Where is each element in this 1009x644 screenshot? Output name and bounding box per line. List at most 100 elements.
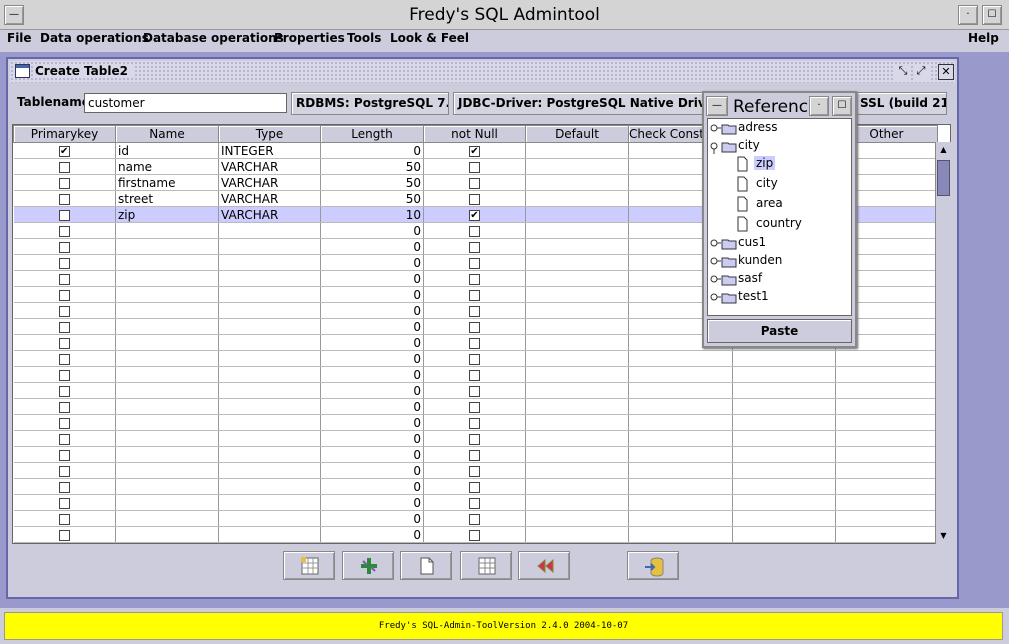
check-constraint-cell[interactable] <box>628 382 733 399</box>
primarykey-checkbox[interactable] <box>58 385 70 397</box>
check-constraint-cell[interactable] <box>628 398 733 415</box>
default-cell[interactable] <box>525 158 629 175</box>
primarykey-cell[interactable] <box>13 526 116 543</box>
notnull-checkbox[interactable]: ✔ <box>469 209 480 221</box>
notnull-cell[interactable] <box>423 494 526 511</box>
tablename-input[interactable] <box>84 93 287 113</box>
default-cell[interactable] <box>525 190 629 207</box>
primarykey-cell[interactable] <box>13 254 116 271</box>
notnull-cell[interactable]: ✔ <box>423 206 526 223</box>
length-cell[interactable]: 0 <box>320 302 424 319</box>
notnull-cell[interactable] <box>423 366 526 383</box>
length-cell[interactable]: 50 <box>320 158 424 175</box>
notnull-checkbox[interactable] <box>469 289 480 301</box>
other-cell[interactable] <box>835 510 938 527</box>
other-cell[interactable] <box>835 398 938 415</box>
menu-help[interactable]: Help <box>968 31 999 45</box>
other-cell[interactable] <box>835 462 938 479</box>
primarykey-checkbox[interactable] <box>58 417 70 429</box>
type-cell[interactable] <box>218 366 321 383</box>
length-cell[interactable]: 0 <box>320 254 424 271</box>
default-cell[interactable] <box>525 526 629 543</box>
notnull-cell[interactable] <box>423 334 526 351</box>
name-cell[interactable] <box>115 350 219 367</box>
menu-look-and-feel[interactable]: Look & Feel <box>390 31 469 45</box>
scroll-down-icon[interactable]: ▼ <box>936 528 951 544</box>
notnull-cell[interactable] <box>423 318 526 335</box>
notnull-cell[interactable] <box>423 158 526 175</box>
name-cell[interactable] <box>115 526 219 543</box>
default-cell[interactable] <box>525 510 629 527</box>
primarykey-cell[interactable] <box>13 222 116 239</box>
length-cell[interactable]: 0 <box>320 526 424 543</box>
other-cell[interactable] <box>835 414 938 431</box>
tree-leaf-node[interactable]: zip <box>732 156 851 172</box>
primarykey-cell[interactable] <box>13 366 116 383</box>
length-cell[interactable]: 0 <box>320 142 424 159</box>
primarykey-checkbox[interactable] <box>58 465 70 477</box>
primarykey-cell[interactable] <box>13 510 116 527</box>
length-cell[interactable]: 0 <box>320 510 424 527</box>
primarykey-cell[interactable] <box>13 238 116 255</box>
notnull-checkbox[interactable] <box>469 193 480 205</box>
length-cell[interactable]: 0 <box>320 414 424 431</box>
menu-data-operations[interactable]: Data operations <box>40 31 149 45</box>
other-cell[interactable] <box>835 350 938 367</box>
extra-cell[interactable] <box>732 366 836 383</box>
references-maximize-icon[interactable]: ☐ <box>832 96 852 116</box>
type-cell[interactable]: VARCHAR <box>218 190 321 207</box>
type-cell[interactable] <box>218 510 321 527</box>
extra-cell[interactable] <box>732 526 836 543</box>
name-cell[interactable] <box>115 318 219 335</box>
menu-tools[interactable]: Tools <box>347 31 381 45</box>
primarykey-checkbox[interactable] <box>58 497 70 509</box>
primarykey-checkbox[interactable] <box>58 241 70 253</box>
name-cell[interactable] <box>115 238 219 255</box>
extra-cell[interactable] <box>732 350 836 367</box>
notnull-checkbox[interactable] <box>469 385 480 397</box>
name-cell[interactable]: id <box>115 142 219 159</box>
primarykey-cell[interactable] <box>13 158 116 175</box>
iconify-icon[interactable]: ⤡ <box>895 64 911 80</box>
default-cell[interactable] <box>525 174 629 191</box>
table-row[interactable]: 0 <box>13 382 938 399</box>
name-cell[interactable] <box>115 494 219 511</box>
primarykey-checkbox[interactable] <box>58 321 70 333</box>
paste-button[interactable]: Paste <box>707 319 852 343</box>
primarykey-cell[interactable] <box>13 398 116 415</box>
references-minimize-icon[interactable]: · <box>809 96 829 116</box>
insert-button[interactable] <box>342 551 394 580</box>
type-cell[interactable] <box>218 318 321 335</box>
default-cell[interactable] <box>525 446 629 463</box>
primarykey-checkbox[interactable] <box>58 481 70 493</box>
notnull-checkbox[interactable] <box>469 481 480 493</box>
length-cell[interactable]: 0 <box>320 350 424 367</box>
primarykey-cell[interactable] <box>13 174 116 191</box>
primarykey-checkbox[interactable] <box>58 401 70 413</box>
extra-cell[interactable] <box>732 462 836 479</box>
notnull-checkbox[interactable] <box>469 401 480 413</box>
notnull-cell[interactable]: ✔ <box>423 142 526 159</box>
default-cell[interactable] <box>525 254 629 271</box>
check-constraint-cell[interactable] <box>628 414 733 431</box>
scroll-up-icon[interactable]: ▲ <box>936 142 951 158</box>
table-row[interactable]: 0 <box>13 398 938 415</box>
notnull-checkbox[interactable] <box>469 337 480 349</box>
type-cell[interactable] <box>218 334 321 351</box>
notnull-cell[interactable] <box>423 462 526 479</box>
notnull-cell[interactable] <box>423 414 526 431</box>
primarykey-cell[interactable] <box>13 382 116 399</box>
length-cell[interactable]: 0 <box>320 222 424 239</box>
notnull-cell[interactable] <box>423 286 526 303</box>
type-cell[interactable] <box>218 430 321 447</box>
default-cell[interactable] <box>525 206 629 223</box>
other-cell[interactable] <box>835 526 938 543</box>
table-row[interactable]: 0 <box>13 414 938 431</box>
default-cell[interactable] <box>525 478 629 495</box>
extra-cell[interactable] <box>732 446 836 463</box>
primarykey-cell[interactable] <box>13 334 116 351</box>
name-cell[interactable] <box>115 254 219 271</box>
notnull-cell[interactable] <box>423 270 526 287</box>
back-button[interactable] <box>518 551 570 580</box>
name-cell[interactable] <box>115 398 219 415</box>
